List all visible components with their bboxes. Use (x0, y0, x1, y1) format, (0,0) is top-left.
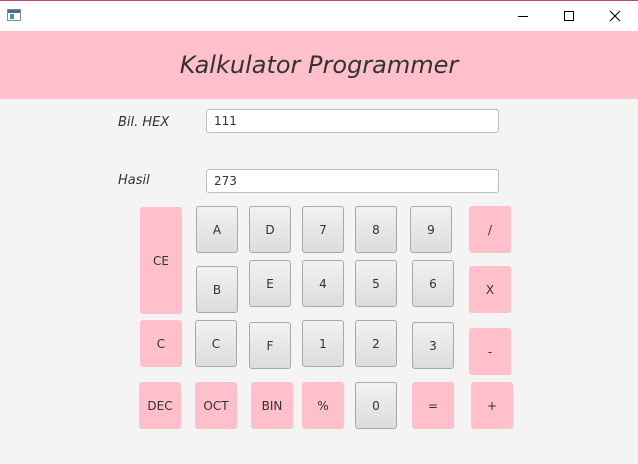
digit-6-button[interactable]: 6 (412, 260, 454, 307)
digit-5-button[interactable]: 5 (355, 260, 397, 307)
equals-button[interactable]: = (412, 382, 454, 429)
oct-button[interactable]: OCT (195, 382, 237, 429)
result-label: Hasil (118, 173, 150, 188)
percent-button[interactable]: % (302, 382, 344, 429)
window-titlebar (0, 0, 638, 31)
app-header: Kalkulator Programmer (0, 31, 638, 99)
bin-button[interactable]: BIN (251, 382, 293, 429)
clear-button[interactable]: C (140, 320, 182, 367)
hex-f-button[interactable]: F (249, 322, 291, 369)
maximize-icon[interactable] (546, 1, 592, 31)
digit-4-button[interactable]: 4 (302, 260, 344, 307)
hex-input[interactable] (206, 109, 499, 133)
ce-button[interactable]: CE (140, 207, 182, 314)
digit-8-button[interactable]: 8 (355, 206, 397, 253)
close-icon[interactable] (592, 1, 638, 31)
minimize-icon[interactable] (500, 1, 546, 31)
page-title: Kalkulator Programmer (179, 51, 459, 79)
digit-0-button[interactable]: 0 (355, 382, 397, 429)
hex-label: Bil. HEX (118, 115, 170, 130)
digit-7-button[interactable]: 7 (302, 206, 344, 253)
divide-button[interactable]: / (469, 206, 511, 253)
multiply-button[interactable]: X (469, 266, 511, 313)
plus-button[interactable]: + (471, 382, 513, 429)
hex-a-button[interactable]: A (196, 206, 238, 253)
digit-2-button[interactable]: 2 (355, 320, 397, 367)
hex-c-button[interactable]: C (195, 320, 237, 367)
result-field[interactable] (206, 169, 499, 193)
hex-b-button[interactable]: B (196, 266, 238, 313)
minus-button[interactable]: - (469, 328, 511, 375)
digit-3-button[interactable]: 3 (412, 322, 454, 369)
digit-9-button[interactable]: 9 (410, 206, 452, 253)
hex-e-button[interactable]: E (249, 260, 291, 307)
dec-button[interactable]: DEC (139, 382, 181, 429)
digit-1-button[interactable]: 1 (302, 320, 344, 367)
app-icon (7, 9, 21, 21)
hex-d-button[interactable]: D (249, 206, 291, 253)
